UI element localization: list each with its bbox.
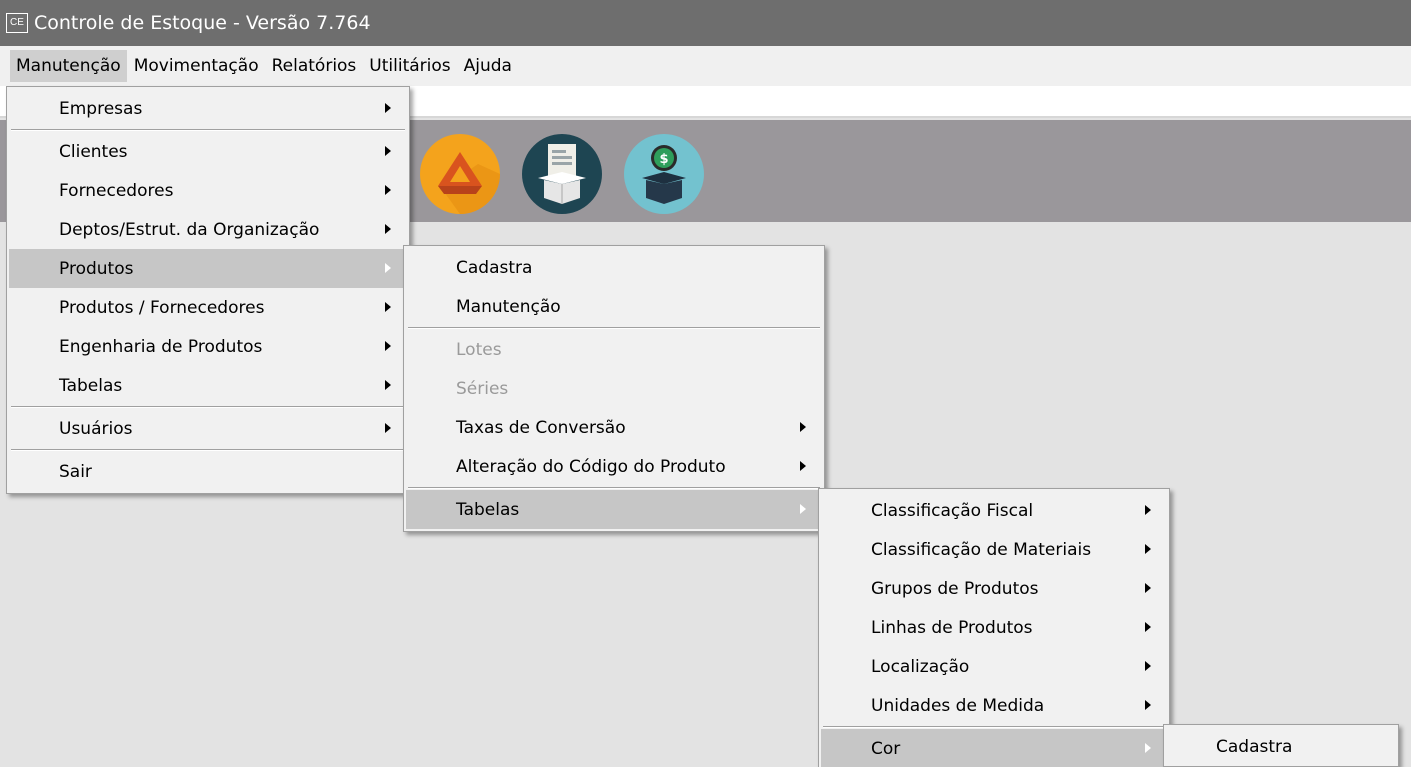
- menu-item-linhas-produtos[interactable]: Linhas de Produtos: [821, 608, 1167, 647]
- submenu-arrow-icon: [1145, 622, 1151, 632]
- app-icon: CE: [6, 13, 28, 33]
- menu-tabelas-submenu: Classificação Fiscal Classificação de Ma…: [818, 488, 1170, 767]
- menu-item-classificacao-materiais[interactable]: Classificação de Materiais: [821, 530, 1167, 569]
- menu-manutencao-dropdown: Empresas Clientes Fornecedores Deptos/Es…: [6, 86, 410, 494]
- menu-separator: [823, 726, 1165, 728]
- submenu-arrow-icon: [385, 185, 391, 195]
- menu-separator: [408, 487, 820, 489]
- menu-item-produtos-fornecedores[interactable]: Produtos / Fornecedores: [9, 288, 407, 327]
- menu-item-empresas[interactable]: Empresas: [9, 89, 407, 128]
- menu-item-engenharia[interactable]: Engenharia de Produtos: [9, 327, 407, 366]
- window-title: Controle de Estoque - Versão 7.764: [34, 12, 371, 34]
- menu-manutencao[interactable]: Manutenção: [10, 50, 127, 82]
- submenu-arrow-icon: [800, 504, 806, 514]
- menu-item-cadastra[interactable]: Cadastra: [406, 248, 822, 287]
- submenu-arrow-icon: [1145, 743, 1151, 753]
- submenu-arrow-icon: [1145, 505, 1151, 515]
- submenu-arrow-icon: [385, 302, 391, 312]
- menu-separator: [11, 449, 405, 451]
- menu-item-tabelas[interactable]: Tabelas: [9, 366, 407, 405]
- svg-text:$: $: [659, 152, 668, 167]
- menu-separator: [11, 406, 405, 408]
- menu-produtos-submenu: Cadastra Manutenção Lotes Séries Taxas d…: [403, 245, 825, 532]
- menu-separator: [11, 129, 405, 131]
- menu-item-clientes[interactable]: Clientes: [9, 132, 407, 171]
- submenu-arrow-icon: [800, 461, 806, 471]
- submenu-arrow-icon: [385, 380, 391, 390]
- menu-item-series: Séries: [456, 378, 509, 399]
- menu-item-grupos-produtos[interactable]: Grupos de Produtos: [821, 569, 1167, 608]
- submenu-arrow-icon: [1145, 661, 1151, 671]
- menu-relatorios[interactable]: Relatórios: [266, 50, 363, 82]
- box-money-icon[interactable]: $: [624, 134, 704, 214]
- submenu-arrow-icon: [800, 422, 806, 432]
- submenu-arrow-icon: [385, 263, 391, 273]
- title-bar: CE Controle de Estoque - Versão 7.764: [0, 0, 1411, 46]
- submenu-arrow-icon: [385, 423, 391, 433]
- menu-item-deptos[interactable]: Deptos/Estrut. da Organização: [9, 210, 407, 249]
- menu-item-produtos[interactable]: Produtos: [9, 249, 407, 288]
- menu-cor-submenu: Cadastra: [1163, 724, 1399, 767]
- menu-item-usuarios[interactable]: Usuários: [9, 409, 407, 448]
- menu-item-cor-cadastra[interactable]: Cadastra: [1166, 727, 1396, 766]
- menu-item-sair[interactable]: Sair: [9, 452, 407, 491]
- submenu-arrow-icon: [385, 341, 391, 351]
- menu-item-fornecedores[interactable]: Fornecedores: [9, 171, 407, 210]
- menu-separator: [408, 327, 820, 329]
- menu-item-unidades-medida[interactable]: Unidades de Medida: [821, 686, 1167, 725]
- menu-item-localizacao[interactable]: Localização: [821, 647, 1167, 686]
- submenu-arrow-icon: [1145, 583, 1151, 593]
- menu-item-classificacao-fiscal[interactable]: Classificação Fiscal: [821, 491, 1167, 530]
- menu-item-lotes: Lotes: [456, 339, 502, 360]
- menu-utilitarios[interactable]: Utilitários: [363, 50, 456, 82]
- submenu-arrow-icon: [385, 103, 391, 113]
- submenu-arrow-icon: [385, 146, 391, 156]
- menu-item-taxas-conversao[interactable]: Taxas de Conversão: [406, 408, 822, 447]
- menu-ajuda[interactable]: Ajuda: [458, 50, 518, 82]
- menu-item-alteracao-codigo[interactable]: Alteração do Código do Produto: [406, 447, 822, 486]
- submenu-arrow-icon: [385, 224, 391, 234]
- box-hammer-icon[interactable]: [420, 134, 500, 214]
- menu-item-tabelas-sub[interactable]: Tabelas: [406, 490, 822, 529]
- box-document-icon[interactable]: [522, 134, 602, 214]
- menu-movimentacao[interactable]: Movimentação: [128, 50, 265, 82]
- menu-bar: Manutenção Movimentação Relatórios Utili…: [0, 46, 1411, 86]
- menu-item-manutencao[interactable]: Manutenção: [406, 287, 822, 326]
- menu-item-cor[interactable]: Cor: [821, 729, 1167, 767]
- submenu-arrow-icon: [1145, 700, 1151, 710]
- submenu-arrow-icon: [1145, 544, 1151, 554]
